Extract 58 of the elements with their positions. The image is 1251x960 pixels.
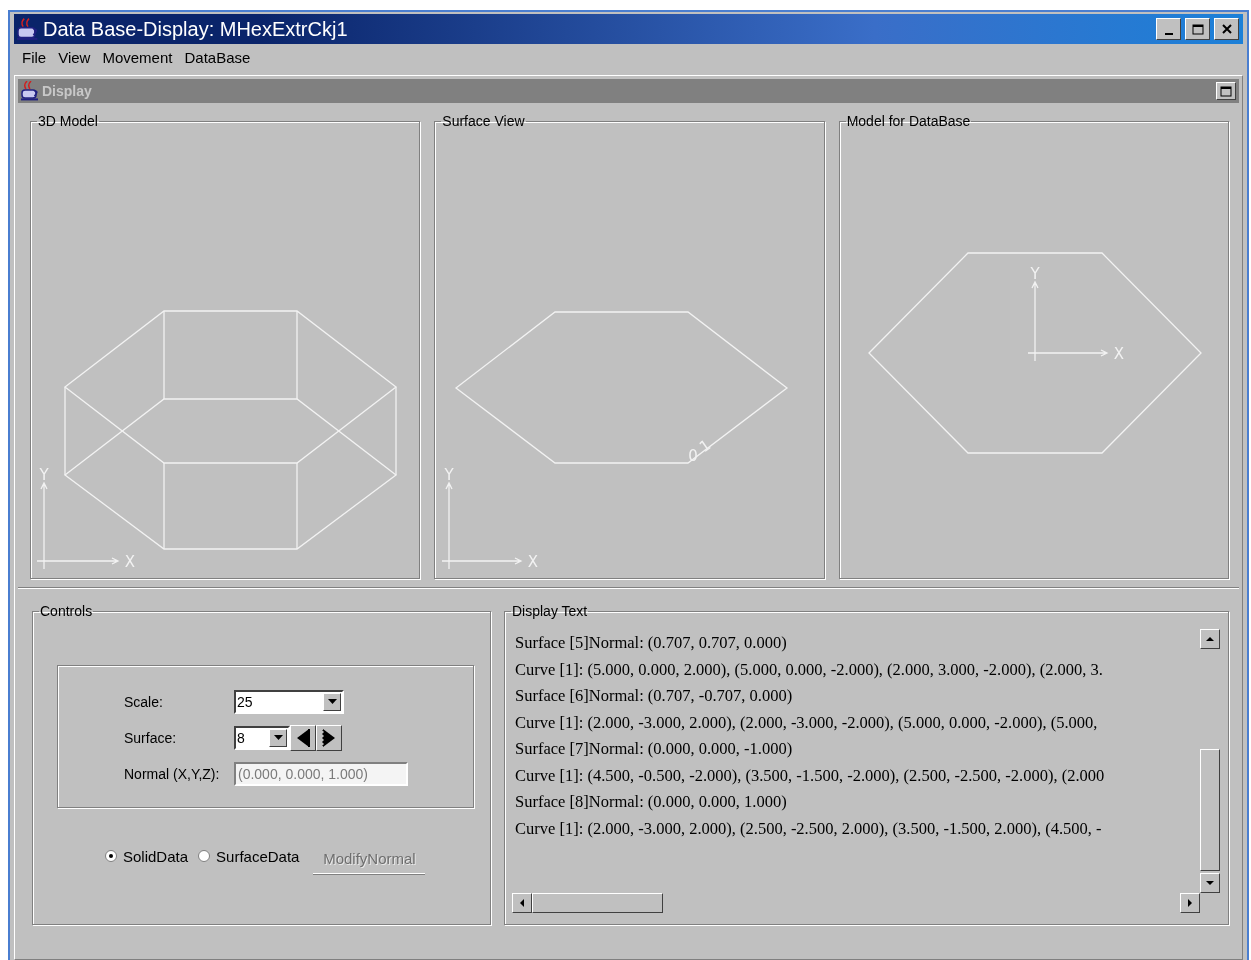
vertical-scrollbar[interactable] — [1200, 629, 1220, 893]
maximize-icon — [1191, 23, 1204, 35]
minimize-icon — [1164, 33, 1173, 35]
right-arrow-icon — [321, 728, 337, 748]
left-arrow-icon — [295, 728, 311, 748]
text-line: Curve [1]: (4.500, -0.500, -2.000), (3.500, -1.500, -2.000), (2.500, -2.500, -2.000), (2.000 — [514, 764, 1106, 787]
text-line: Curve [1]: (5.000, 0.000, 2.000), (5.000, 0.000, -2.000), (2.000, 3.000, -2.000), (2.000, 3. — [514, 658, 1104, 681]
panel-title: Surface View — [441, 113, 526, 129]
right-arrow-icon — [1187, 898, 1193, 908]
window-title: Data Base-Display: MHexExtrCkj1 — [43, 17, 348, 41]
text-line: Curve [1]: (2.000, -3.000, 2.000), (2.500, -2.500, 2.000), (3.500, -1.500, 2.000), (4.500, - — [514, 817, 1103, 840]
horizontal-scrollbar[interactable] — [512, 893, 1200, 913]
panel-title: 3D Model — [37, 113, 99, 129]
panel-title: Display Text — [511, 603, 589, 619]
scale-dropdown[interactable]: 25 — [234, 690, 344, 714]
radio-button[interactable]: SolidData — [105, 847, 189, 865]
menu-item[interactable]: DataBase — [180, 46, 255, 68]
radio-circle[interactable] — [105, 850, 117, 862]
caret-icon — [327, 699, 337, 705]
text-line: Surface [5]Normal: (0.707, 0.707, 0.000) — [514, 632, 788, 654]
caret-icon — [273, 735, 283, 741]
down-arrow-icon — [1205, 880, 1215, 886]
panel-title: Controls — [39, 603, 94, 619]
coffee-cup-icon — [20, 81, 40, 101]
field-label: Scale: — [124, 694, 164, 710]
menu-item[interactable]: File — [18, 46, 51, 68]
field-label: Normal (X,Y,Z): — [124, 766, 221, 782]
next-button[interactable] — [316, 725, 342, 751]
menu-item[interactable]: Movement — [98, 46, 177, 68]
scroll-left-button[interactable] — [512, 893, 532, 913]
text-line: Surface [6]Normal: (0.707, -0.707, 0.000) — [514, 685, 794, 707]
menu-item[interactable]: View — [54, 46, 95, 68]
up-arrow-icon — [1205, 636, 1215, 642]
left-arrow-icon — [519, 898, 525, 908]
radio-circle[interactable] — [198, 850, 211, 862]
dropdown-button[interactable] — [269, 729, 287, 747]
text-line: Curve [1]: (2.000, -3.000, 2.000), (2.000, -3.000, -2.000), (5.000, 0.000, -2.000), (5.000, — [514, 711, 1099, 734]
text-line: Surface [8]Normal: (0.000, 0.000, 1.000) — [514, 791, 788, 813]
close-icon — [1221, 24, 1232, 34]
panel-title: Model for DataBase — [845, 113, 972, 129]
text-line: Surface [7]Normal: (0.000, 0.000, -1.000) — [514, 738, 794, 760]
close-button[interactable] — [1214, 18, 1239, 40]
previous-button[interactable] — [290, 725, 316, 751]
coffee-cup-icon — [16, 17, 40, 41]
minimize-button[interactable] — [1156, 18, 1181, 40]
scroll-up-button[interactable] — [1200, 629, 1220, 649]
radio-button[interactable]: SurfaceData — [198, 847, 300, 865]
scroll-thumb[interactable] — [1200, 749, 1220, 871]
maximize-icon — [1220, 85, 1232, 97]
surface-dropdown[interactable]: 8 — [234, 726, 290, 750]
scroll-thumb[interactable] — [532, 893, 663, 913]
maximize-button[interactable] — [1216, 82, 1236, 100]
scroll-down-button[interactable] — [1200, 873, 1220, 893]
frame-title: Display — [42, 83, 92, 99]
field-label: Surface: — [124, 730, 178, 746]
maximize-button[interactable] — [1185, 18, 1210, 40]
scroll-right-button[interactable] — [1180, 893, 1200, 913]
dropdown-button[interactable] — [323, 693, 341, 711]
